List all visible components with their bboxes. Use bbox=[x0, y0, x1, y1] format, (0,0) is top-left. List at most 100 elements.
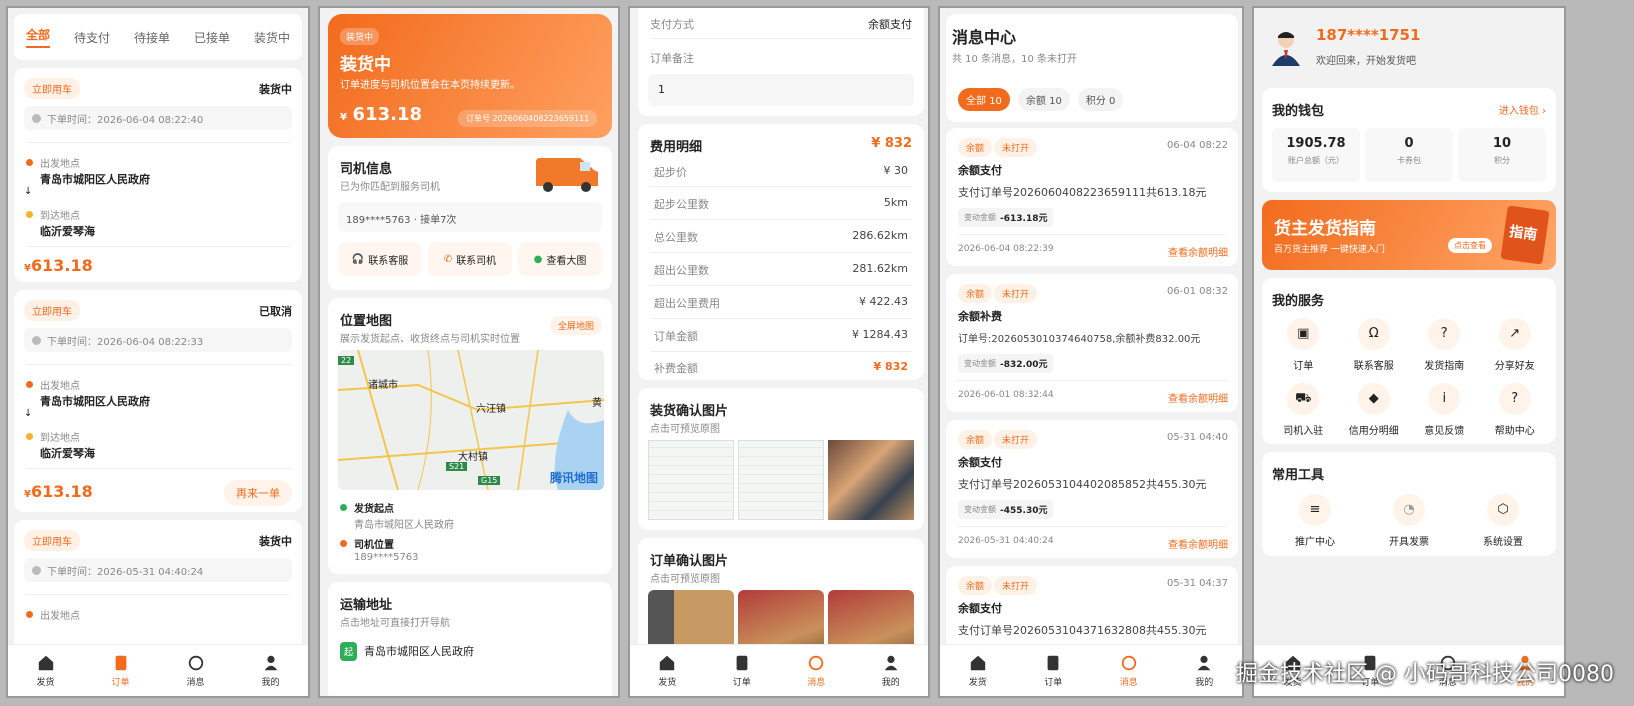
tab-accepted[interactable]: 已接单 bbox=[194, 29, 230, 46]
origin-label: 出发地点 bbox=[40, 159, 80, 170]
map-subtitle: 展示发货起点、收货终点与司机实时位置 bbox=[340, 334, 520, 345]
pay-method-label: 支付方式 bbox=[650, 18, 694, 31]
loading-images-card: 装货确认图片 点击可预览原图 bbox=[638, 388, 924, 530]
order-card[interactable]: 立即用车 装货中 下单时间：2026-06-04 08:22:40 出发地点 青… bbox=[14, 68, 302, 282]
message-card[interactable]: 余额 未打开 06-01 08:32 余额补费 订单号:202605301037… bbox=[946, 274, 1238, 412]
tab-all[interactable]: 全部 bbox=[25, 26, 50, 48]
tab-orders[interactable]: 订单 bbox=[705, 645, 780, 696]
pay-method-value: 余额支付 bbox=[868, 18, 912, 31]
view-balance-link[interactable]: 查看余额明细 bbox=[1168, 244, 1228, 259]
fullscreen-map-button[interactable]: 全屏地图 bbox=[549, 316, 602, 335]
filter-balance[interactable]: 余额 10 bbox=[1017, 88, 1070, 111]
origin-dot bbox=[26, 381, 33, 388]
tab-orders[interactable]: 订单 bbox=[1016, 645, 1092, 696]
loading-image-1[interactable] bbox=[648, 440, 734, 520]
service-feedback[interactable]: i 意见反馈 bbox=[1409, 383, 1480, 438]
unread-tag: 未打开 bbox=[994, 284, 1038, 303]
start-dot bbox=[340, 504, 347, 511]
order-status: 已取消 bbox=[259, 305, 292, 318]
help-icon: ? bbox=[1498, 383, 1531, 415]
unread-tag: 未打开 bbox=[994, 576, 1038, 595]
tools-title: 常用工具 bbox=[1272, 468, 1325, 483]
map-view[interactable]: 诸城市 六汪镇 大村镇 黄 S21 G15 22 腾讯地图 bbox=[338, 350, 604, 490]
watermark: 掘金技术社区 @ 小码哥科技公司0080 bbox=[1236, 662, 1614, 687]
remark-label: 订单备注 bbox=[650, 52, 694, 65]
order-card[interactable]: 立即用车 装货中 下单时间：2026-05-31 04:40:24 出发地点 bbox=[14, 520, 302, 660]
tab-ship[interactable]: 发货 bbox=[8, 645, 83, 696]
service-help[interactable]: ? 帮助中心 bbox=[1480, 383, 1551, 438]
wallet-coupons[interactable]: 0 卡券包 bbox=[1365, 128, 1453, 182]
guide-banner-subtitle: 百万货主推荐 一键快速入门 bbox=[1274, 245, 1385, 255]
view-balance-link[interactable]: 查看余额明细 bbox=[1168, 390, 1228, 405]
enter-wallet-link[interactable]: 进入钱包 › bbox=[1499, 102, 1546, 117]
tab-mine[interactable]: 我的 bbox=[854, 645, 929, 696]
profile-header: 187****1751 欢迎回来，开始发货吧 bbox=[1254, 8, 1564, 88]
clock-icon: ◔ bbox=[1393, 494, 1425, 526]
message-center-subtitle: 共 10 条消息，10 条未打开 bbox=[952, 54, 1077, 65]
tab-ship[interactable]: 发货 bbox=[940, 645, 1016, 696]
guide-view-button[interactable]: 点击查看 bbox=[1448, 238, 1492, 253]
services-card: 我的服务 ▣ 订单 Ω 联系客服 ? 发货指南 ↗ 分享好友 ⛟ 司机入驻 ◆ 信用分明细 … bbox=[1262, 278, 1556, 444]
tab-pending-accept[interactable]: 待接单 bbox=[134, 29, 170, 46]
service-support[interactable]: Ω 联系客服 bbox=[1339, 318, 1410, 373]
service-credit[interactable]: ◆ 信用分明细 bbox=[1339, 383, 1410, 438]
profile-panel: 187****1751 欢迎回来，开始发货吧 我的钱包 进入钱包 › 1905.… bbox=[1252, 6, 1566, 698]
service-orders[interactable]: ▣ 订单 bbox=[1268, 318, 1339, 373]
guide-banner[interactable]: 货主发货指南 百万货主推荐 一键快速入门 点击查看 指南 bbox=[1262, 200, 1556, 270]
service-guide[interactable]: ? 发货指南 bbox=[1409, 318, 1480, 373]
reorder-button[interactable]: 再来一单 bbox=[224, 480, 292, 506]
message-title: 余额支付 bbox=[958, 456, 1002, 469]
contact-driver-button[interactable]: ✆ 联系司机 bbox=[428, 242, 512, 276]
bottom-tabbar: 发货 订单 消息 我的 bbox=[8, 644, 308, 696]
message-title: 余额补费 bbox=[958, 310, 1002, 323]
tab-messages[interactable]: 消息 bbox=[1091, 645, 1167, 696]
clock-icon bbox=[32, 565, 41, 575]
order-card[interactable]: 立即用车 已取消 下单时间：2026-06-04 08:22:33 出发地点 青… bbox=[14, 290, 302, 512]
transport-card: 运输地址 点击地址可直接打开导航 起 青岛市城阳区人民政府 bbox=[328, 582, 612, 696]
view-balance-link[interactable]: 查看余额明细 bbox=[1168, 536, 1228, 551]
tab-loading[interactable]: 装货中 bbox=[254, 29, 290, 46]
filter-all[interactable]: 全部 10 bbox=[958, 88, 1010, 111]
contact-service-button[interactable]: 🎧 联系客服 bbox=[338, 242, 422, 276]
remark-field[interactable]: 1 bbox=[648, 74, 914, 106]
user-icon bbox=[1197, 655, 1211, 670]
tab-mine[interactable]: 我的 bbox=[233, 645, 308, 696]
wallet-points[interactable]: 10 积分 bbox=[1458, 128, 1546, 182]
tool-promotion[interactable]: ≡ 推广中心 bbox=[1268, 494, 1362, 549]
tab-mine[interactable]: 我的 bbox=[1167, 645, 1243, 696]
question-icon: ? bbox=[1428, 318, 1461, 350]
order-price: ¥613.18 bbox=[24, 482, 93, 501]
destination-dot bbox=[26, 433, 33, 440]
filter-points[interactable]: 积分 0 bbox=[1077, 88, 1124, 111]
message-card[interactable]: 余额 未打开 06-04 08:22 余额支付 支付订单号20260604082… bbox=[946, 128, 1238, 266]
message-time: 06-04 08:22 bbox=[1166, 140, 1228, 151]
tab-messages[interactable]: 消息 bbox=[158, 645, 233, 696]
start-address-link[interactable]: 青岛市城阳区人民政府 bbox=[364, 643, 474, 659]
tool-settings[interactable]: ⬡ 系统设置 bbox=[1456, 494, 1550, 549]
service-share[interactable]: ↗ 分享好友 bbox=[1480, 318, 1551, 373]
view-map-button[interactable]: ● 查看大图 bbox=[518, 242, 602, 276]
tab-orders[interactable]: 订单 bbox=[83, 645, 158, 696]
tab-ship[interactable]: 发货 bbox=[630, 645, 705, 696]
fee-row: 订单金额 ¥ 1284.43 bbox=[654, 328, 908, 343]
message-card[interactable]: 余额 未打开 05-31 04:40 余额支付 支付订单号20260531044… bbox=[946, 420, 1238, 558]
loading-image-3[interactable] bbox=[828, 440, 914, 520]
services-title: 我的服务 bbox=[1272, 294, 1325, 309]
status-title: 装货中 bbox=[340, 55, 391, 75]
services-grid: ▣ 订单 Ω 联系客服 ? 发货指南 ↗ 分享好友 ⛟ 司机入驻 ◆ 信用分明细 i 意见反馈… bbox=[1268, 318, 1550, 438]
driver-title: 司机信息 bbox=[340, 162, 393, 177]
service-driver-join[interactable]: ⛟ 司机入驻 bbox=[1268, 383, 1339, 438]
wallet-icon: ▣ bbox=[1287, 318, 1320, 350]
tool-invoice[interactable]: ◔ 开具发票 bbox=[1362, 494, 1456, 549]
order-tabs: 全部 待支付 待接单 已接单 装货中 bbox=[14, 14, 302, 60]
wallet-balance[interactable]: 1905.78 账户总额（元） bbox=[1272, 128, 1360, 182]
loading-image-2[interactable] bbox=[738, 440, 824, 520]
tab-pending-payment[interactable]: 待支付 bbox=[74, 29, 110, 46]
destination-label: 到达地点 bbox=[40, 211, 80, 222]
message-title: 余额支付 bbox=[958, 164, 1002, 177]
info-icon: i bbox=[1428, 383, 1461, 415]
transport-subtitle: 点击地址可直接打开导航 bbox=[340, 618, 450, 629]
order-number[interactable]: 订单号 2026060408223659111 bbox=[458, 110, 598, 127]
tab-messages[interactable]: 消息 bbox=[779, 645, 854, 696]
orders-panel: 全部 待支付 待接单 已接单 装货中 立即用车 装货中 下单时间：2026-06… bbox=[6, 6, 310, 698]
